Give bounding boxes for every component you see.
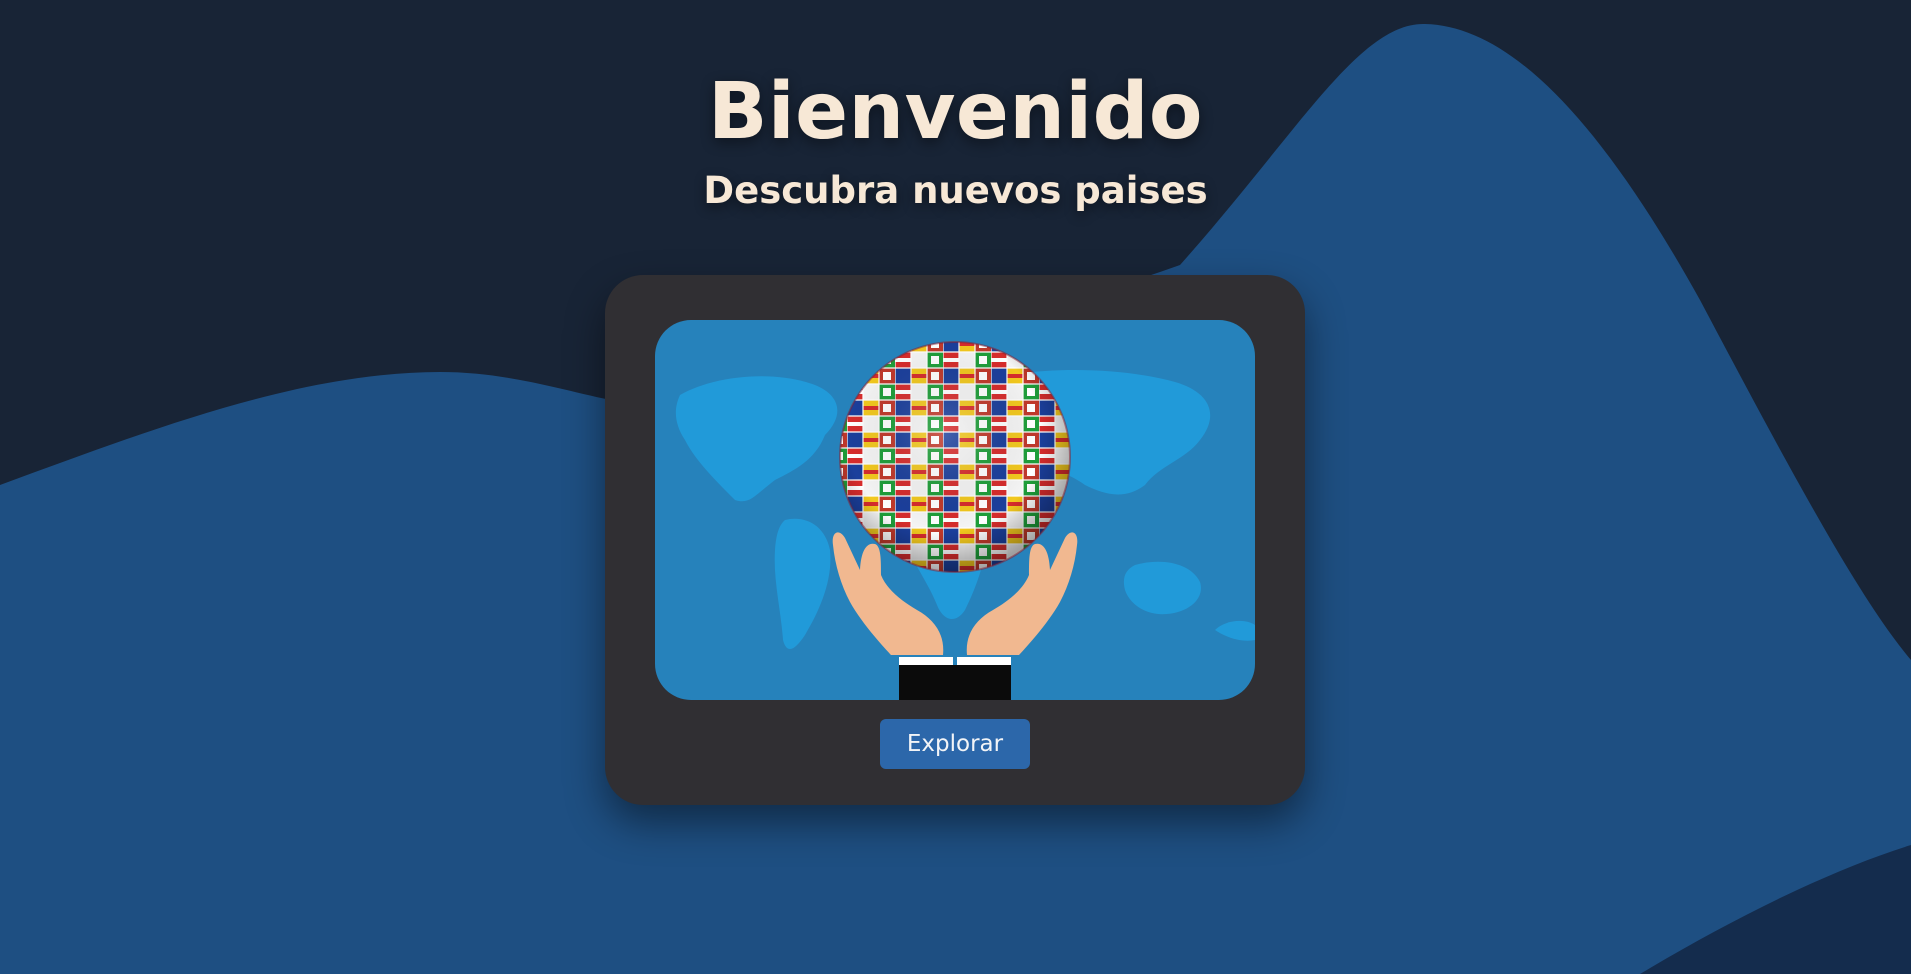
page-subtitle: Descubra nuevos paises <box>703 169 1208 212</box>
landing-page: Bienvenido Descubra nuevos paises Explor… <box>0 0 1911 974</box>
explore-button[interactable]: Explorar <box>880 719 1030 769</box>
hero-header: Bienvenido Descubra nuevos paises <box>0 64 1911 214</box>
welcome-card: Explorar <box>605 275 1305 805</box>
page-title: Bienvenido <box>707 67 1204 157</box>
globe-illustration <box>655 320 1255 700</box>
flag-globe <box>839 341 1071 573</box>
